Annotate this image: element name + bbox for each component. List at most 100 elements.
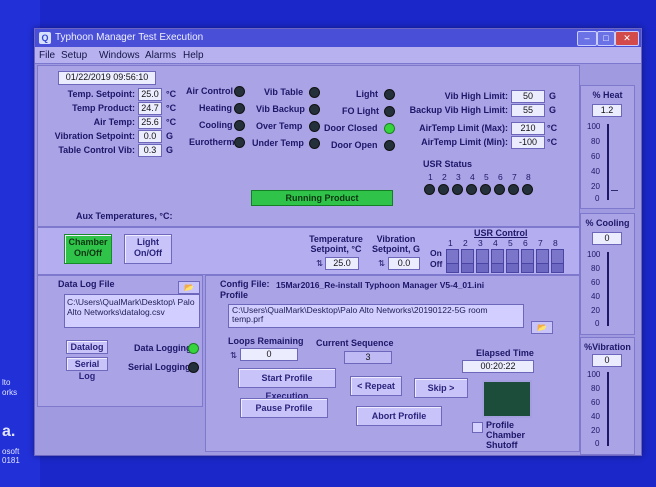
usr-control-number: 8 [553,238,558,248]
cooling-led [234,120,245,131]
usr-control-number: 4 [493,238,498,248]
start-profile-button[interactable]: Start Profile Execution [238,368,336,401]
door-open-led [384,140,395,151]
usr-toggle[interactable] [536,249,549,264]
control-panel: Chamber On/Off Light On/Off Temperature … [37,227,580,275]
vibration-setpoint-control-label: Vibration Setpoint, G [372,234,420,254]
vibration-setpoint-input[interactable]: 0.0 [388,257,420,270]
datalog-button[interactable]: Datalog [66,340,108,354]
chamber-onoff-button[interactable]: Chamber On/Off [64,234,112,264]
config-file-label: Config File: [220,279,270,289]
cooling-tick: 60 [591,278,600,287]
usr-control-number: 1 [448,238,453,248]
usr-toggle[interactable] [476,249,489,264]
backup-vib-high-limit-unit: G [549,105,557,115]
abort-profile-button[interactable]: Abort Profile [356,406,442,426]
usr-toggle-off[interactable] [491,263,504,273]
cooling-tick: 40 [591,292,600,301]
vibration-gauge-value: 0 [592,354,622,367]
menu-help[interactable]: Help [183,50,204,61]
repeat-button[interactable]: < Repeat [350,376,402,396]
menu-alarms[interactable]: Alarms [145,50,176,61]
usr-toggle-off[interactable] [461,263,474,273]
menu-setup[interactable]: Setup [61,50,87,61]
fo-light-led [384,106,395,117]
temp-product-label: Temp Product: [72,103,135,113]
serial-log-button[interactable]: Serial Log [66,357,108,381]
vibration-stepper-icon[interactable]: ⇅ [378,258,385,269]
usr-on-label: On [430,248,442,258]
usr-status-led [466,184,477,195]
usr-toggle[interactable] [551,249,564,264]
profile-folder-button[interactable]: 📂 [531,321,553,334]
elapsed-time-label: Elapsed Time [476,348,534,358]
temperature-stepper-icon[interactable]: ⇅ [316,258,323,269]
indicator-label: Over Temp [256,121,303,131]
table-control-vib-unit: G [166,145,174,155]
desktop-icon-label[interactable]: a. [2,424,15,440]
usr-toggle-off[interactable] [446,263,459,273]
indicator-label: Vib Table [264,87,304,97]
minimize-button[interactable]: – [577,31,597,46]
heat-gauge-value: 1.2 [592,104,622,117]
temp-product-unit: °C [166,103,177,113]
loops-stepper-icon[interactable]: ⇅ [230,350,237,361]
vib-backup-led [309,104,320,115]
cooling-tick: 80 [591,264,600,273]
running-status-bar: Running Product [251,190,393,206]
usr-off-label: Off [430,259,443,269]
indicator-label: Air Control [186,86,233,96]
usr-status-group: 1 2 3 4 5 6 7 8 [424,172,544,198]
usr-toggle[interactable] [446,249,459,264]
pause-profile-button[interactable]: Pause Profile [240,398,328,418]
heat-gauge-title: % Heat [592,90,623,100]
menu-windows[interactable]: Windows [99,50,140,61]
config-file-value: 15Mar2016_Re-install Typhoon Manager V5-… [276,280,485,290]
usr-toggle-off[interactable] [476,263,489,273]
usr-control-number: 5 [508,238,513,248]
cooling-tick: 100 [587,250,601,259]
usr-toggle-off[interactable] [551,263,564,273]
heat-gauge-scale [607,124,609,200]
cooling-gauge-value: 0 [592,232,622,245]
datalog-folder-button[interactable]: 📂 [178,281,200,294]
usr-toggle-off[interactable] [521,263,534,273]
desktop-label: osoft [2,447,20,456]
usr-toggle[interactable] [491,249,504,264]
indicator-label: FO Light [342,106,379,116]
maximize-button[interactable]: □ [597,31,615,46]
usr-status-led [480,184,491,195]
usr-status-number: 1 [428,172,433,182]
title-bar[interactable]: Q Typhoon Manager Test Execution – □ ✕ [35,29,641,47]
indicator-label: Door Closed [324,123,378,133]
temp-product-value: 24.7 [138,102,162,115]
usr-toggle-off[interactable] [536,263,549,273]
usr-status-led [424,184,435,195]
usr-status-title: USR Status [423,159,473,169]
vibration-setpoint-unit: G [166,131,174,141]
temp-setpoint-label: Temp. Setpoint: [67,89,135,99]
table-control-vib-value: 0.3 [138,144,162,157]
usr-control-number: 6 [523,238,528,248]
usr-toggle[interactable] [521,249,534,264]
air-temp-value: 25.6 [138,116,162,129]
usr-toggle[interactable] [461,249,474,264]
usr-control-number: 2 [463,238,468,248]
usr-toggle-off[interactable] [506,263,519,273]
datalog-path[interactable]: C:\Users\QualMark\Desktop\ Palo Alto Net… [64,294,200,328]
elapsed-time-value: 00:20:22 [462,360,534,373]
temperature-setpoint-input[interactable]: 25.0 [325,257,359,270]
usr-status-led [438,184,449,195]
air-control-led [234,86,245,97]
close-button[interactable]: ✕ [615,31,639,46]
loops-remaining-input[interactable]: 0 [240,348,298,361]
air-temp-unit: °C [166,117,177,127]
skip-button[interactable]: Skip > [414,378,468,398]
chamber-shutoff-checkbox[interactable] [472,422,483,433]
light-onoff-button[interactable]: Light On/Off [124,234,172,264]
menu-file[interactable]: File [39,50,55,61]
vibration-tick: 20 [591,426,600,435]
air-temp-label: Air Temp: [93,117,135,127]
profile-path[interactable]: C:\Users\QualMark\Desktop\Palo Alto Netw… [228,304,524,328]
usr-toggle[interactable] [506,249,519,264]
